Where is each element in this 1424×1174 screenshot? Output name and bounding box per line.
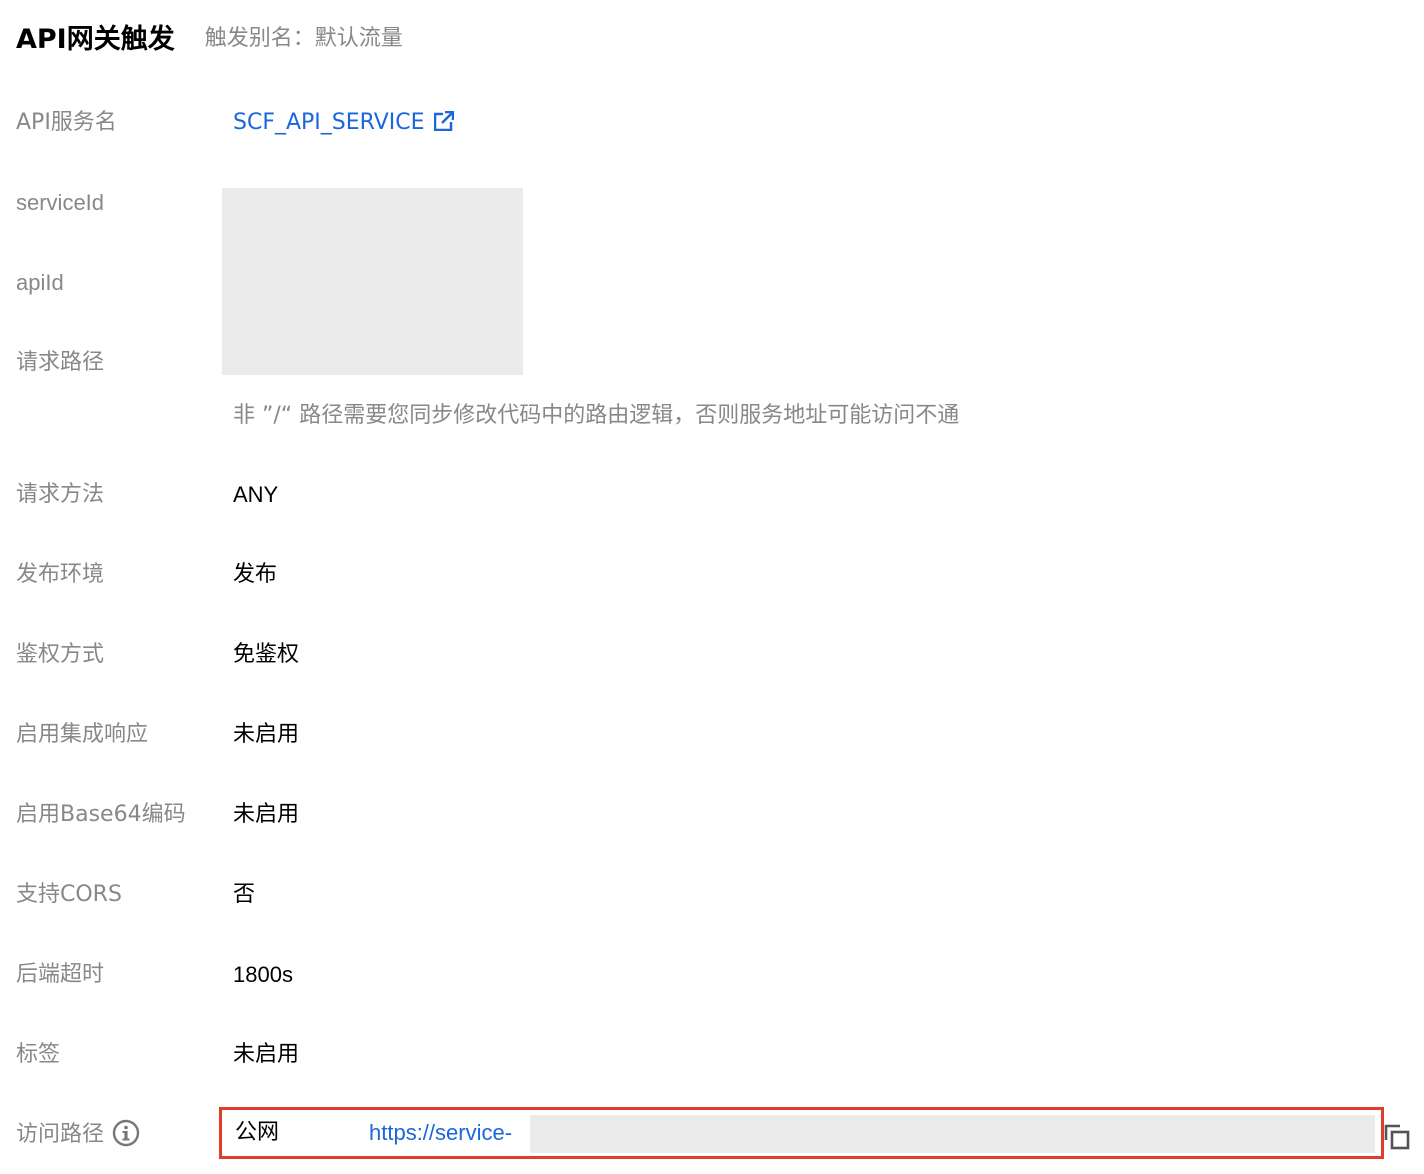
page-title: API网关触发 (16, 23, 175, 55)
backend-timeout-label: 后端超时 (16, 962, 105, 987)
request-path-hint: 非 ”/“ 路径需要您同步修改代码中的路由逻辑，否则服务地址可能访问不通 (233, 403, 960, 428)
service-id-label: serviceId (16, 190, 105, 215)
auth-method-label: 鉴权方式 (16, 642, 105, 667)
auth-method-value: 免鉴权 (233, 642, 300, 667)
info-icon[interactable] (112, 1119, 140, 1147)
trigger-header: API网关触发 触发别名：默认流量 (16, 16, 403, 56)
integrated-response-label: 启用集成响应 (16, 722, 149, 747)
api-service-link[interactable]: SCF_API_SERVICE (233, 110, 425, 135)
external-link-icon[interactable] (433, 111, 454, 131)
access-url-box: 公网 https://service- (219, 1107, 1384, 1159)
access-path-label: 访问路径 (16, 1122, 105, 1147)
base64-encoding-value: 未启用 (233, 802, 300, 827)
copy-icon[interactable] (1384, 1124, 1410, 1150)
integrated-response-value: 未启用 (233, 722, 300, 747)
api-service-name-label: API服务名 (16, 110, 117, 135)
request-method-label: 请求方法 (16, 482, 105, 507)
release-env-label: 发布环境 (16, 562, 105, 587)
request-method-value: ANY (233, 482, 279, 507)
trigger-alias: 触发别名：默认流量 (204, 26, 403, 51)
api-id-label: apiId (16, 270, 64, 295)
backend-timeout-value: 1800s (233, 962, 293, 987)
request-path-label: 请求路径 (16, 350, 105, 375)
access-path-label-wrap: 访问路径 (16, 1115, 140, 1155)
cors-label: 支持CORS (16, 882, 122, 907)
access-url-link[interactable]: https://service- (369, 1113, 512, 1153)
base64-encoding-label: 启用Base64编码 (16, 802, 186, 827)
tags-value: 未启用 (233, 1042, 300, 1067)
tags-label: 标签 (16, 1042, 61, 1067)
cors-value: 否 (233, 882, 256, 907)
api-service-name-value[interactable]: SCF_API_SERVICE (233, 103, 454, 143)
release-env-value: 发布 (233, 562, 278, 587)
redacted-url (530, 1115, 1375, 1153)
network-type: 公网 (235, 1120, 280, 1145)
redacted-values (222, 188, 523, 375)
